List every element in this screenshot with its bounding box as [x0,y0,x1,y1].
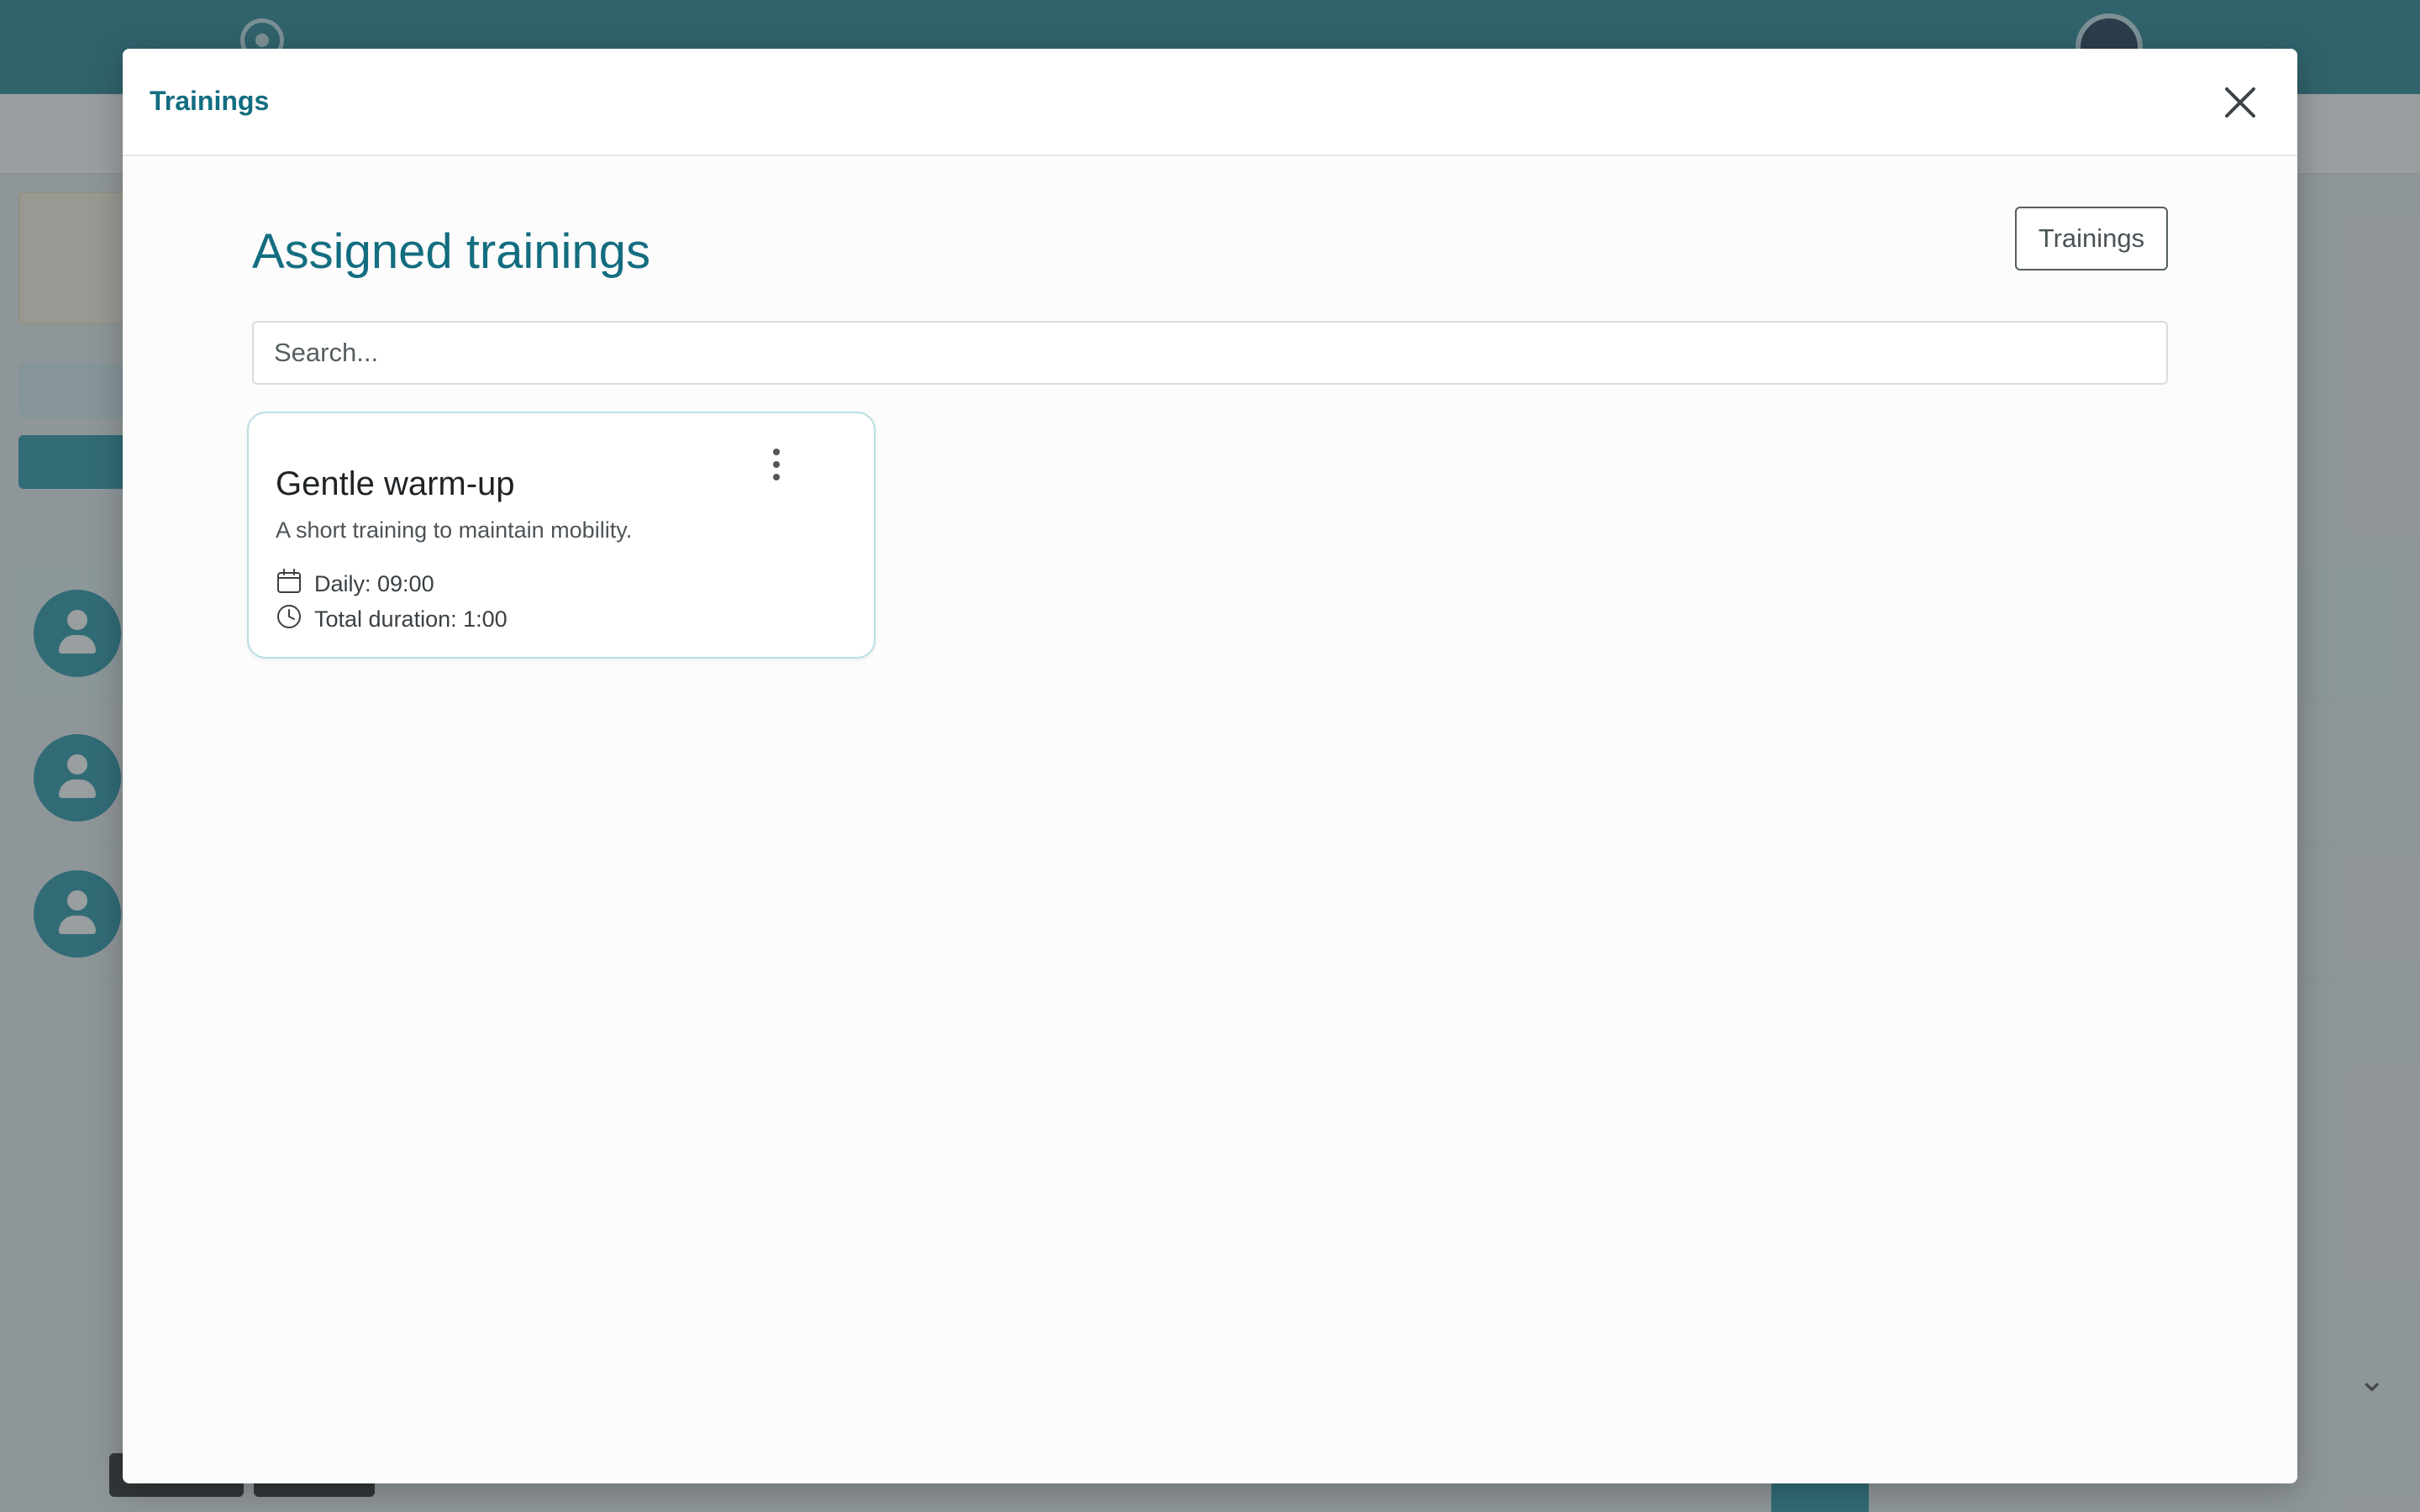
close-icon [2225,87,2255,118]
training-card[interactable]: Gentle warm-up A short training to maint… [247,412,876,659]
training-duration-text: Total duration: 1:00 [314,606,508,632]
calendar-icon [277,569,301,593]
training-title: Gentle warm-up [276,465,515,502]
search-input[interactable] [252,321,2168,385]
close-button[interactable] [2215,77,2265,128]
section-title: Assigned trainings [252,224,650,279]
modal-header: Trainings [123,49,2297,156]
trainings-button[interactable]: Trainings [2015,207,2168,270]
clock-icon [277,605,301,628]
training-description: A short training to maintain mobility. [276,517,633,543]
training-menu-button[interactable] [756,438,797,491]
trainings-modal: Trainings Assigned trainings Trainings G… [123,49,2297,1483]
modal-title: Trainings [150,86,270,116]
training-schedule-text: Daily: 09:00 [314,571,434,596]
more-vertical-icon [773,449,780,480]
